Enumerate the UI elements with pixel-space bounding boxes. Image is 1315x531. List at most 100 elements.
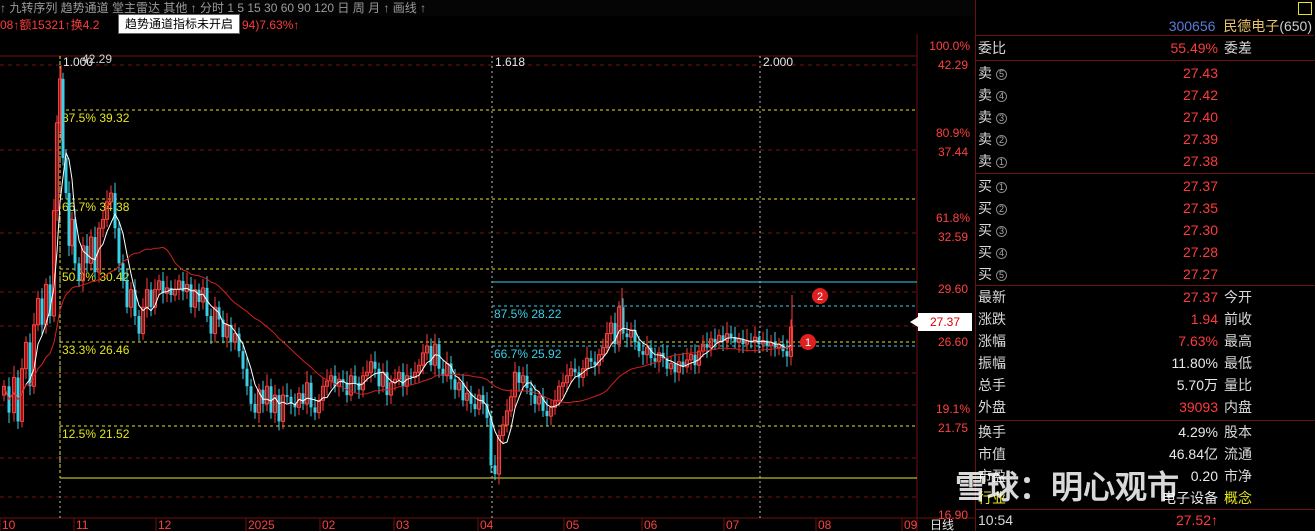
kline-svg[interactable]: 1.000 1.618 2.00042.2987.5% 39.3266.7% 34.… [0,34,975,531]
buy-row-value: 27.28 [1182,244,1218,260]
stat-right-label: 今开 [1224,289,1252,305]
candle-body [713,338,717,343]
ma-short-line [3,150,792,445]
buy-row-label: 买 [978,266,992,282]
fib-cyan-label: 87.5% 28.22 [494,307,562,321]
kline-chart[interactable]: 1.000 1.618 2.000 42.29 87.5% 39.32 66.7% 34.… [0,34,975,531]
date-label: 03 [396,518,410,531]
sell-row[interactable]: 卖 4 27.42 [976,84,1315,106]
candle-body [373,361,377,369]
stat2-label: 市值 [978,446,1006,462]
candle-body [149,289,153,308]
sell-row-label: 卖 [978,65,992,81]
watermark: 雪球：明心观市 [955,469,1180,505]
sell-row[interactable]: 卖 5 27.43 [976,62,1315,84]
stat2-right-label: 股本 [1224,424,1252,440]
sell-row-index: 2 [996,135,1007,146]
candle-body [545,410,549,417]
candle-body [573,368,577,373]
stat-value: 39093 [1179,399,1218,415]
buy-row-index: 1 [996,182,1007,193]
stat-value: 5.70万 [1176,377,1218,393]
date-label: 05 [566,518,580,531]
buy-row[interactable]: 买 1 27.37 [976,175,1315,197]
stat-right-label: 前收 [1224,311,1252,327]
buy-row[interactable]: 买 4 27.28 [976,241,1315,263]
tick-row: 10:54 27.52↑ [976,509,1315,531]
candle-body [309,382,313,408]
stock-code: 300656 [1168,18,1216,34]
date-label: 11 [76,518,89,531]
buy-row[interactable]: 买 3 27.30 [976,219,1315,241]
stat-value: 27.37 [1182,289,1218,305]
candle-body [40,298,44,325]
buy-row-label: 买 [978,178,992,194]
buy-row[interactable]: 买 2 27.35 [976,197,1315,219]
candle-body [589,358,593,362]
stat2-value: 46.84亿 [1168,446,1218,462]
buy-row-index: 3 [996,226,1007,237]
fib-time-label: 1.618 [495,55,525,69]
stat2-right-label: 流通 [1224,446,1252,462]
candle-body [121,263,125,281]
price-axis-label: 37.44 [938,145,968,159]
webi-row: 委比 55.49% 委差 [976,37,1315,59]
stat-value: 7.63% [1178,333,1218,349]
candle-body [533,395,537,404]
stat-row: 最新 27.37 今开 [976,286,1315,308]
date-label: 10 [2,518,16,531]
candle-body [409,375,413,378]
marker-label: 2 [817,291,823,303]
fib-time-label: 2.000 [763,55,793,69]
candle-body [249,386,253,404]
sell-row[interactable]: 卖 3 27.40 [976,106,1315,128]
date-label: 09 [904,518,918,531]
candle-body [493,465,497,475]
stat2-label: 换手 [978,424,1006,440]
date-label: 08 [818,518,832,531]
buy-row-value: 27.27 [1182,266,1218,282]
stat-right-label: 最高 [1224,333,1252,349]
date-label: 02 [322,518,336,531]
sell-row-index: 3 [996,113,1007,124]
sell-row-label: 卖 [978,131,992,147]
toolbar-text[interactable]: ↑ 九转序列 趋势通道 堂主雷达 其他 ↑ 分时 1 5 15 30 60 90… [0,1,426,15]
pct-axis-label: 80.9% [936,126,970,140]
stat-row: 涨幅 7.63% 最高 [976,330,1315,352]
stock-count: (650) [1279,18,1312,34]
tick-time: 10:54 [978,512,1014,528]
candle-body [253,403,257,413]
candle-body [161,280,165,294]
candle-body [377,368,381,387]
sell-row[interactable]: 卖 2 27.39 [976,128,1315,150]
buy-row-label: 买 [978,200,992,216]
sell-row-label: 卖 [978,153,992,169]
candle-body [625,333,629,338]
candle-body [137,316,141,334]
stat-value: 1.94 [1190,311,1218,327]
marker-label: 1 [805,337,811,349]
candle-body [525,375,529,389]
fib-level-label: 87.5% 39.32 [62,111,130,125]
candle-body [357,382,361,390]
panel-toggle-icon[interactable] [1298,2,1312,15]
candle-body [641,351,645,355]
stat-row: 外盘 39093 内盘 [976,396,1315,418]
sell-row-value: 27.43 [1182,65,1218,81]
price-axis-label: 32.59 [938,230,968,244]
sell-row[interactable]: 卖 1 27.38 [976,150,1315,172]
candle-body [117,228,121,264]
candle-body [653,358,657,362]
candle-body [757,337,761,345]
date-label: 2025 [248,518,275,531]
sell-row-value: 27.40 [1182,109,1218,125]
fib-level-label: 12.5% 21.52 [62,427,130,441]
buy-row[interactable]: 买 5 27.27 [976,263,1315,285]
candle-body [189,284,193,308]
candle-body [285,395,289,397]
buy-row-index: 4 [996,248,1007,259]
info-bar-tail: 94)7.63%↑ [242,18,300,32]
candle-body [637,342,641,352]
quote-panel: 300656 民德电子(650) 委比 55.49% 委差 卖 5 27.43 卖 4 2… [975,0,1315,531]
sell-row-label: 卖 [978,87,992,103]
